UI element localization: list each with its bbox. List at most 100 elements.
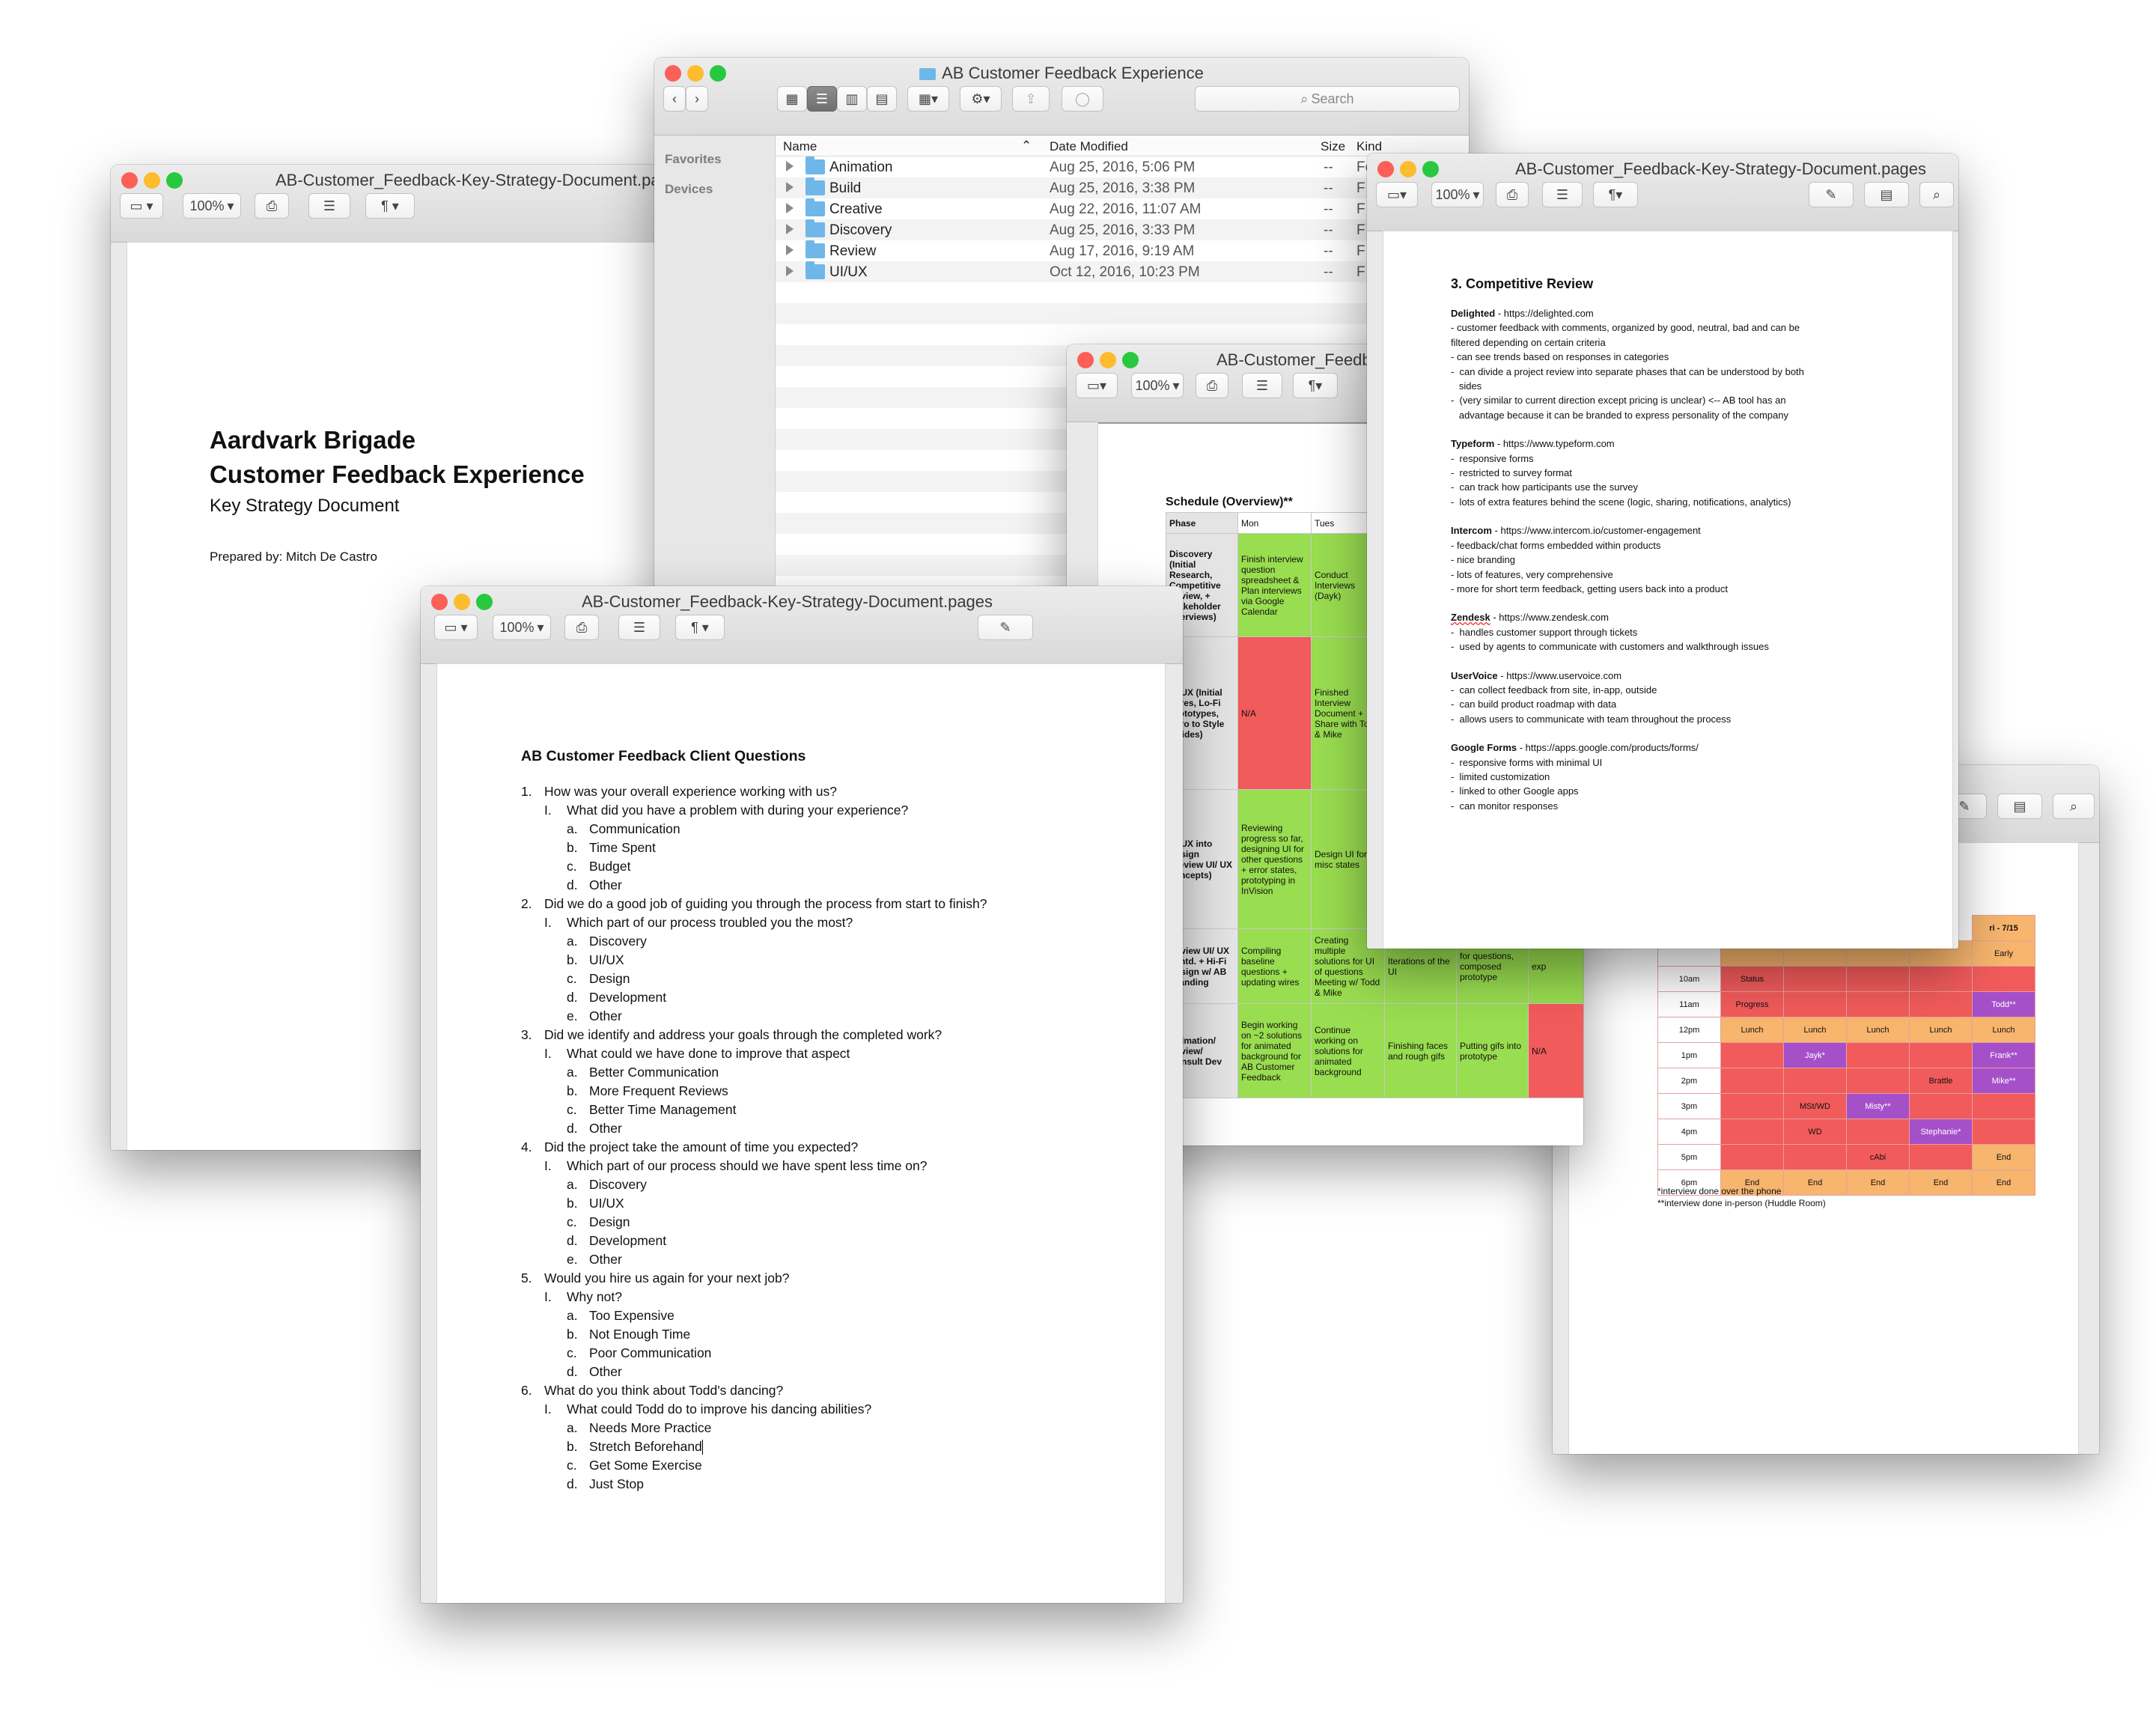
sidebar-toggle-button[interactable]: ▭▾ [1076,373,1118,398]
option-letter: d. [567,1476,578,1491]
tag-button[interactable]: ◯ [1062,86,1103,112]
list-button[interactable]: ☰ [1542,182,1583,207]
review-line: - more for short term feedback, getting … [1451,582,1728,594]
document-button[interactable]: ▤ [1997,794,2042,819]
list-button[interactable]: ☰ [618,615,660,640]
folder-icon [806,177,825,195]
search-input[interactable]: ⌕ Search [1195,86,1460,112]
gear-icon[interactable]: ⚙▾ [960,86,1002,112]
folder-row[interactable]: Creative Aug 22, 2016, 11:07 AM -- F [776,198,1469,219]
minimize-button[interactable] [454,594,470,610]
option-letter: d. [567,1364,578,1379]
print-button[interactable]: ⎙ [255,193,289,219]
gallery-view-button[interactable]: ▤ [867,86,897,112]
window-title: AB-Customer_Feedback-Key-Strategy-Docume… [275,171,660,189]
review-line: - lots of extra features behind the scen… [1451,496,1791,508]
disclosure-icon[interactable] [786,245,794,255]
format-brush-button[interactable]: ✎ [978,615,1033,640]
review-line: filtered depending on certain criteria [1451,336,1606,348]
disclosure-icon[interactable] [786,182,794,192]
zoom-button[interactable] [476,594,493,610]
col-size[interactable]: Size [1321,139,1345,154]
folder-row[interactable]: Discovery Aug 25, 2016, 3:33 PM -- F [776,219,1469,240]
print-button[interactable]: ⎙ [1496,182,1529,207]
window-title: AB-Customer_Feedback-Key-Strategy-Docume… [582,592,993,611]
sidebar-toggle-button[interactable]: ▭▾ [1376,182,1418,207]
review-line: - handles customer support through ticke… [1451,626,1638,638]
list-button[interactable]: ☰ [308,193,350,219]
option-letter: e. [567,1008,578,1023]
zoom-button[interactable] [166,172,183,189]
option: Stretch Beforehand [589,1439,702,1454]
format-brush-button[interactable]: ✎ [1809,182,1854,207]
close-button[interactable] [121,172,138,189]
time-label: 5pm [1657,1144,1721,1170]
option: Get Some Exercise [589,1458,702,1473]
icon-view-button[interactable]: ▦ [777,86,807,112]
review-section: Intercom - https://www.intercom.io/custo… [1451,523,1804,596]
document-button[interactable]: ▤ [1864,182,1909,207]
review-line: - restricted to survey format [1451,467,1572,479]
arrange-button[interactable]: ▦▾ [907,86,949,112]
disclosure-icon[interactable] [786,266,794,276]
option: Other [589,1008,622,1023]
paragraph-button[interactable]: ¶▾ [1593,182,1638,207]
folder-row[interactable]: UI/UX Oct 12, 2016, 10:23 PM -- F [776,261,1469,282]
print-button[interactable]: ⎙ [564,615,599,640]
list-view-button[interactable]: ☰ [807,86,837,112]
zoom-button[interactable] [1122,352,1139,368]
zoom-select[interactable]: 100% ▾ [1431,182,1484,207]
search-icon[interactable]: ⌕ [1919,182,1954,207]
sidebar-favorites[interactable]: Favorites [665,152,722,167]
cal-cell: Status [1720,966,1784,992]
option-letter: a. [567,821,578,836]
minimize-button[interactable] [144,172,160,189]
paragraph-button[interactable]: ¶ ▾ [675,615,725,640]
competitor-name: Typeform [1451,438,1495,450]
document-area: 3. Competitive Review Delighted - https:… [1367,231,1958,949]
disclosure-icon[interactable] [786,203,794,213]
minimize-button[interactable] [1400,161,1416,177]
zoom-button[interactable] [1422,161,1439,177]
paragraph-button[interactable]: ¶ ▾ [365,193,415,219]
review-line: advantage because it can be branded to e… [1451,409,1788,421]
cal-cell: Early [1972,940,2035,967]
zoom-select[interactable]: 100% ▾ [493,615,551,640]
option: Other [589,1252,622,1267]
review-body: Delighted - https://delighted.com - cust… [1451,306,1804,813]
close-button[interactable] [1377,161,1394,177]
folder-date: Aug 17, 2016, 9:19 AM [1050,243,1195,259]
back-button[interactable]: ‹ [663,86,686,112]
column-view-button[interactable]: ▥ [837,86,867,112]
sidebar-devices[interactable]: Devices [665,182,713,197]
forward-button[interactable]: › [686,86,708,112]
print-button[interactable]: ⎙ [1196,373,1228,398]
search-icon[interactable]: ⌕ [2053,794,2095,819]
option: Better Communication [589,1065,719,1080]
cal-cell: End [1783,1169,1847,1196]
col-kind[interactable]: Kind [1356,139,1382,154]
zoom-select[interactable]: 100% ▾ [1131,373,1184,398]
disclosure-icon[interactable] [786,161,794,171]
share-button[interactable]: ⇪ [1012,86,1050,112]
list-button[interactable]: ☰ [1242,373,1282,398]
question: 1. How was your overall experience workin… [521,782,987,895]
minimize-button[interactable] [1100,352,1116,368]
folder-row[interactable]: AnimationAug 25, 2016, 5:06 PM--Folder [776,156,1469,177]
col-name[interactable]: Name [783,139,817,154]
col-date[interactable]: Date Modified [1050,139,1128,154]
option-letter: c. [567,1214,577,1229]
finder-title: AB Customer Feedback Experience [942,64,1204,82]
calendar-note-1: *interview done over the phone [1657,1186,1782,1196]
folder-row[interactable]: Build Aug 25, 2016, 3:38 PM -- F [776,177,1469,198]
option: Discovery [589,934,647,949]
sidebar-toggle-button[interactable]: ▭ ▾ [434,615,478,640]
paragraph-button[interactable]: ¶▾ [1293,373,1338,398]
folder-row[interactable]: Review Aug 17, 2016, 9:19 AM -- F [776,240,1469,261]
close-button[interactable] [431,594,448,610]
sidebar-toggle-button[interactable]: ▭ ▾ [120,193,163,219]
close-button[interactable] [1077,352,1094,368]
zoom-select[interactable]: 100% ▾ [183,193,241,219]
disclosure-icon[interactable] [786,224,794,234]
column-header: Name ⌃ Date Modified Size Kind [776,136,1469,156]
